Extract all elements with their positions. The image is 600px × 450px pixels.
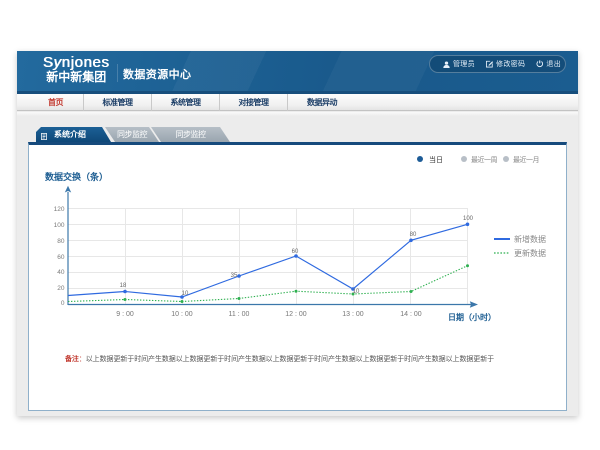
svg-text:最近一月: 最近一月 [513,155,539,164]
svg-text:60: 60 [57,254,65,261]
svg-text:10: 10 [182,291,189,297]
svg-text:80: 80 [57,238,65,245]
svg-text:20: 20 [57,285,65,292]
svg-text:80: 80 [410,232,417,238]
svg-text:40: 40 [57,269,65,276]
svg-text:10: 10 [353,289,360,295]
svg-text:100: 100 [54,222,65,229]
svg-text:12 : 00: 12 : 00 [285,311,307,318]
svg-text:18: 18 [120,283,127,289]
svg-text:数据交换（条）: 数据交换（条） [45,171,108,182]
svg-text:10 : 00: 10 : 00 [171,311,193,318]
svg-text:更新数据: 更新数据 [514,248,546,258]
svg-text:当日: 当日 [429,155,443,164]
svg-text:日期（小时）: 日期（小时） [448,312,496,322]
svg-text:100: 100 [463,216,474,222]
svg-text:35: 35 [231,273,238,279]
svg-text:最近一周: 最近一周 [471,155,497,164]
svg-text:9 : 00: 9 : 00 [116,311,134,318]
svg-text:14 : 00: 14 : 00 [400,311,422,318]
svg-text:11 : 00: 11 : 00 [229,311,250,318]
svg-text:13 : 00: 13 : 00 [342,311,364,318]
svg-text:0: 0 [61,300,65,307]
svg-text:120: 120 [54,206,65,213]
svg-text:60: 60 [292,249,299,255]
svg-text:新增数据: 新增数据 [514,234,546,244]
